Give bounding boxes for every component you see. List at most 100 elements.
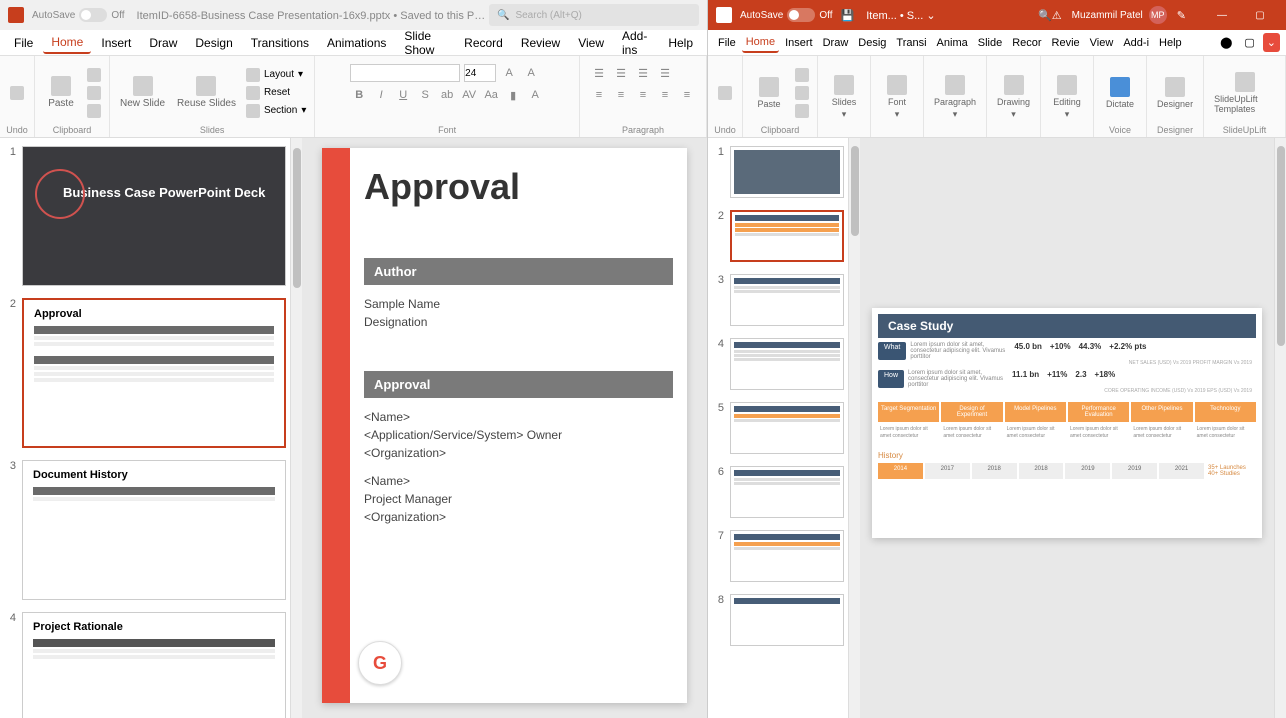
undo-button[interactable]	[6, 84, 28, 102]
font-size-input[interactable]	[464, 64, 496, 82]
increase-font-button[interactable]: A	[500, 64, 518, 82]
slides-button[interactable]: Slides▾	[824, 73, 864, 122]
columns-button[interactable]: ≡	[678, 86, 696, 104]
numbering-button[interactable]: ☰	[612, 64, 630, 82]
maximize-button[interactable]: ▢	[1242, 4, 1278, 26]
slide-thumb-6[interactable]	[730, 466, 844, 518]
record-indicator-button[interactable]: ⬤	[1216, 33, 1236, 52]
menu-slideshow[interactable]: Slide	[974, 34, 1006, 52]
font-family-select[interactable]	[350, 64, 460, 82]
cut-button[interactable]	[85, 67, 103, 83]
reuse-slides-button[interactable]: Reuse Slides	[173, 74, 240, 111]
slide-canvas-left[interactable]: Approval Author Sample Name Designation …	[322, 148, 687, 703]
user-badge[interactable]: Muzammil Patel MP	[1072, 6, 1167, 24]
new-slide-button[interactable]: New Slide	[116, 74, 169, 111]
bullets-button[interactable]: ☰	[590, 64, 608, 82]
align-right-button[interactable]: ≡	[634, 86, 652, 104]
format-painter-button[interactable]	[85, 103, 103, 119]
undo-button[interactable]	[714, 84, 736, 102]
autosave-toggle[interactable]: AutoSave Off	[740, 8, 833, 22]
menu-slideshow[interactable]: Slide Show	[396, 26, 454, 60]
save-icon[interactable]: 💾	[841, 9, 855, 22]
search-icon[interactable]: 🔍	[1038, 9, 1052, 22]
menu-help[interactable]: Help	[660, 33, 701, 53]
menu-insert[interactable]: Insert	[781, 34, 817, 52]
font-color-button[interactable]: A	[526, 86, 544, 104]
present-button[interactable]: ▢	[1240, 33, 1258, 52]
slide-thumb-2[interactable]	[730, 210, 844, 262]
indent-less-button[interactable]: ☰	[634, 64, 652, 82]
justify-button[interactable]: ≡	[656, 86, 674, 104]
italic-button[interactable]: I	[372, 86, 390, 104]
section-button[interactable]: Section ▾	[244, 103, 308, 119]
menu-review[interactable]: Revie	[1048, 34, 1084, 52]
slide-thumb-1[interactable]	[730, 146, 844, 198]
strike-button[interactable]: S	[416, 86, 434, 104]
autosave-toggle[interactable]: AutoSave Off	[32, 8, 125, 22]
highlight-button[interactable]: ▮	[504, 86, 522, 104]
menu-animations[interactable]: Anima	[933, 34, 972, 52]
copy-button[interactable]	[793, 85, 811, 101]
spacing-button[interactable]: AV	[460, 86, 478, 104]
menu-transitions[interactable]: Transi	[892, 34, 930, 52]
slide-thumb-1[interactable]: Business Case PowerPoint Deck	[22, 146, 286, 286]
search-input[interactable]: 🔍 Search (Alt+Q)	[489, 4, 699, 26]
menu-animations[interactable]: Animations	[319, 33, 394, 53]
menu-draw[interactable]: Draw	[141, 33, 185, 53]
designer-button[interactable]: Designer	[1153, 75, 1197, 111]
menu-help[interactable]: Help	[1155, 34, 1186, 52]
stage-scrollbar-right[interactable]	[1274, 138, 1286, 718]
menu-file[interactable]: File	[6, 33, 41, 53]
paste-button[interactable]: Paste	[41, 74, 81, 111]
editing-button[interactable]: Editing▾	[1047, 73, 1087, 122]
drawing-button[interactable]: Drawing▾	[993, 73, 1034, 122]
slide-thumb-4[interactable]: Project Rationale	[22, 612, 286, 718]
format-painter-button[interactable]	[793, 103, 811, 119]
menu-design[interactable]: Desig	[854, 34, 890, 52]
menu-design[interactable]: Design	[187, 33, 240, 53]
menu-view[interactable]: View	[570, 33, 612, 53]
menu-home[interactable]: Home	[43, 32, 91, 54]
menu-insert[interactable]: Insert	[93, 33, 139, 53]
share-button[interactable]: ⌄	[1263, 33, 1280, 52]
menu-review[interactable]: Review	[513, 33, 568, 53]
align-left-button[interactable]: ≡	[590, 86, 608, 104]
templates-button[interactable]: SlideUpLift Templates	[1210, 70, 1279, 116]
decrease-font-button[interactable]: A	[522, 64, 540, 82]
slide-thumb-3[interactable]: Document History	[22, 460, 286, 600]
menu-file[interactable]: File	[714, 34, 740, 52]
slide-thumb-4[interactable]	[730, 338, 844, 390]
indent-more-button[interactable]: ☰	[656, 64, 674, 82]
font-button[interactable]: Font▾	[877, 73, 917, 122]
reset-button[interactable]: Reset	[244, 85, 308, 101]
slide-thumb-5[interactable]	[730, 402, 844, 454]
dictate-button[interactable]: Dictate	[1100, 75, 1140, 111]
slide-thumb-7[interactable]	[730, 530, 844, 582]
thumb-scrollbar-right[interactable]	[848, 138, 860, 718]
pen-icon[interactable]: ✎	[1177, 9, 1186, 22]
menu-addins[interactable]: Add-i	[1119, 34, 1153, 52]
align-center-button[interactable]: ≡	[612, 86, 630, 104]
bold-button[interactable]: B	[350, 86, 368, 104]
menu-home[interactable]: Home	[742, 33, 779, 53]
case-button[interactable]: Aa	[482, 86, 500, 104]
slide-thumb-2[interactable]: Approval	[22, 298, 286, 448]
menu-record[interactable]: Recor	[1008, 34, 1045, 52]
paragraph-button[interactable]: Paragraph▾	[930, 73, 980, 122]
layout-button[interactable]: Layout ▾	[244, 67, 308, 83]
menu-view[interactable]: View	[1086, 34, 1118, 52]
shadow-button[interactable]: ab	[438, 86, 456, 104]
menu-record[interactable]: Record	[456, 33, 511, 53]
underline-button[interactable]: U	[394, 86, 412, 104]
menu-addins[interactable]: Add-ins	[614, 26, 658, 60]
menu-draw[interactable]: Draw	[819, 34, 853, 52]
paste-button[interactable]: Paste	[749, 75, 789, 111]
slide-thumb-3[interactable]	[730, 274, 844, 326]
slide-thumb-8[interactable]	[730, 594, 844, 646]
minimize-button[interactable]: —	[1204, 4, 1240, 26]
copy-button[interactable]	[85, 85, 103, 101]
thumb-scrollbar[interactable]	[290, 138, 302, 718]
menu-transitions[interactable]: Transitions	[243, 33, 317, 53]
cut-button[interactable]	[793, 67, 811, 83]
slide-canvas-right[interactable]: Case Study What Lorem ipsum dolor sit am…	[872, 308, 1262, 538]
